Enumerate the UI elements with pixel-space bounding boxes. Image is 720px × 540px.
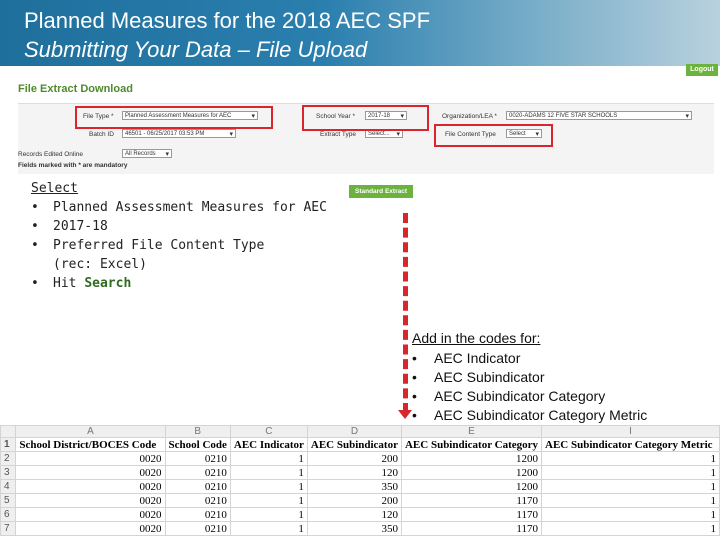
cell[interactable]: 1 [541, 465, 720, 480]
column-header: AEC Indicator [229, 437, 308, 452]
cell[interactable]: 1 [541, 521, 720, 536]
row-number: 1 [0, 437, 17, 452]
col-letter: A [15, 425, 166, 438]
search-word: Search [84, 276, 132, 291]
cell[interactable]: 1170 [400, 507, 543, 522]
column-header: School District/BOCES Code [15, 437, 166, 452]
col-letter: B [164, 425, 231, 438]
row-number: 2 [0, 451, 17, 466]
row-number: 7 [0, 521, 17, 536]
highlight-file-content-type [434, 124, 553, 147]
cell[interactable]: 0210 [164, 507, 231, 522]
records-edited-select[interactable]: All Records [122, 149, 172, 158]
row-number: 4 [0, 479, 17, 494]
cell[interactable]: 1 [541, 479, 720, 494]
hit-text: Hit [53, 276, 85, 291]
cell[interactable]: 0210 [164, 493, 231, 508]
instruction-item: 2017-18 [31, 217, 327, 236]
code-item: AEC Subindicator Category [412, 387, 647, 406]
cell[interactable]: 1 [229, 493, 308, 508]
table-header-row: 1 School District/BOCES Code School Code… [0, 437, 720, 452]
instructions-left: Select Planned Assessment Measures for A… [31, 181, 327, 293]
instruction-item: Hit Search [31, 274, 327, 293]
cell[interactable]: 0020 [15, 451, 166, 466]
cell[interactable]: 0020 [15, 521, 166, 536]
table-row: 6 0020 0210 1 120 1170 1 [0, 507, 720, 522]
cell[interactable]: 1 [541, 451, 720, 466]
batch-id-select[interactable]: 46501 - 06/25/2017 03:53 PM [122, 129, 236, 138]
cell[interactable]: 120 [306, 465, 402, 480]
cell[interactable]: 1 [541, 493, 720, 508]
row-number: 5 [0, 493, 17, 508]
logout-button[interactable]: Logout [686, 64, 718, 76]
cell[interactable]: 1170 [400, 521, 543, 536]
col-letter: I [541, 425, 720, 438]
cell[interactable]: 120 [306, 507, 402, 522]
batch-id-label: Batch ID [89, 131, 114, 138]
cell[interactable]: 200 [306, 493, 402, 508]
cell[interactable]: 0020 [15, 465, 166, 480]
cell[interactable]: 1 [229, 451, 308, 466]
records-edited-label: Records Edited Online [18, 151, 84, 158]
cell[interactable]: 1 [229, 479, 308, 494]
column-letter-row: A B C D E I [0, 425, 720, 438]
table-row: 5 0020 0210 1 200 1170 1 [0, 493, 720, 508]
cell[interactable]: 0210 [164, 465, 231, 480]
cell[interactable]: 350 [306, 479, 402, 494]
cell[interactable]: 1 [229, 465, 308, 480]
col-letter: C [229, 425, 308, 438]
cell[interactable]: 0020 [15, 479, 166, 494]
column-header: AEC Subindicator [306, 437, 402, 452]
cell[interactable]: 350 [306, 521, 402, 536]
section-title: File Extract Download [18, 83, 133, 95]
table-row: 3 0020 0210 1 120 1200 1 [0, 465, 720, 480]
org-select[interactable]: 0020-ADAMS 12 FIVE STAR SCHOOLS [506, 111, 692, 120]
org-label: Organization/LEA * [442, 113, 497, 120]
spreadsheet: A B C D E I 1 School District/BOCES Code… [0, 425, 720, 536]
cell[interactable]: 1200 [400, 479, 543, 494]
column-header: School Code [164, 437, 231, 452]
instruction-item: Preferred File Content Type (rec: Excel) [31, 236, 303, 274]
table-row: 7 0020 0210 1 350 1170 1 [0, 521, 720, 536]
instructions-left-heading: Select [31, 181, 78, 196]
instruction-item: Planned Assessment Measures for AEC [31, 198, 327, 217]
table-row: 4 0020 0210 1 350 1200 1 [0, 479, 720, 494]
cell[interactable]: 0210 [164, 521, 231, 536]
cell[interactable]: 1 [229, 507, 308, 522]
cell[interactable]: 200 [306, 451, 402, 466]
standard-extract-button[interactable]: Standard Extract [349, 185, 413, 198]
dashed-arrow-line [403, 213, 408, 413]
instructions-right: Add in the codes for: AEC Indicator AEC … [412, 330, 647, 425]
cell[interactable]: 1 [541, 507, 720, 522]
column-header: AEC Subindicator Category Metric [541, 437, 720, 452]
col-letter: E [400, 425, 543, 438]
corner-cell [0, 425, 17, 438]
cell[interactable]: 1 [229, 521, 308, 536]
cell[interactable]: 0210 [164, 479, 231, 494]
highlight-school-year [302, 105, 429, 131]
row-number: 6 [0, 507, 17, 522]
extract-type-label: Extract Type [320, 131, 357, 138]
cell[interactable]: 1200 [400, 465, 543, 480]
cell[interactable]: 0020 [15, 493, 166, 508]
instructions-right-heading: Add in the codes for: [412, 330, 541, 346]
column-header: AEC Subindicator Category [400, 437, 543, 452]
cell[interactable]: 1170 [400, 493, 543, 508]
slide-subtitle: Submitting Your Data – File Upload [24, 37, 368, 62]
arrow-down-icon [398, 410, 412, 419]
table-row: 2 0020 0210 1 200 1200 1 [0, 451, 720, 466]
highlight-file-type [75, 106, 273, 129]
slide-header: Planned Measures for the 2018 AEC SPF Su… [0, 0, 720, 66]
cell[interactable]: 0210 [164, 451, 231, 466]
cell[interactable]: 1200 [400, 451, 543, 466]
row-number: 3 [0, 465, 17, 480]
mandatory-note: Fields marked with * are mandatory [18, 162, 128, 169]
code-item: AEC Subindicator Category Metric [412, 406, 647, 425]
slide-title: Planned Measures for the 2018 AEC SPF [24, 8, 431, 33]
code-item: AEC Subindicator [412, 368, 647, 387]
col-letter: D [306, 425, 402, 438]
code-item: AEC Indicator [412, 349, 647, 368]
cell[interactable]: 0020 [15, 507, 166, 522]
